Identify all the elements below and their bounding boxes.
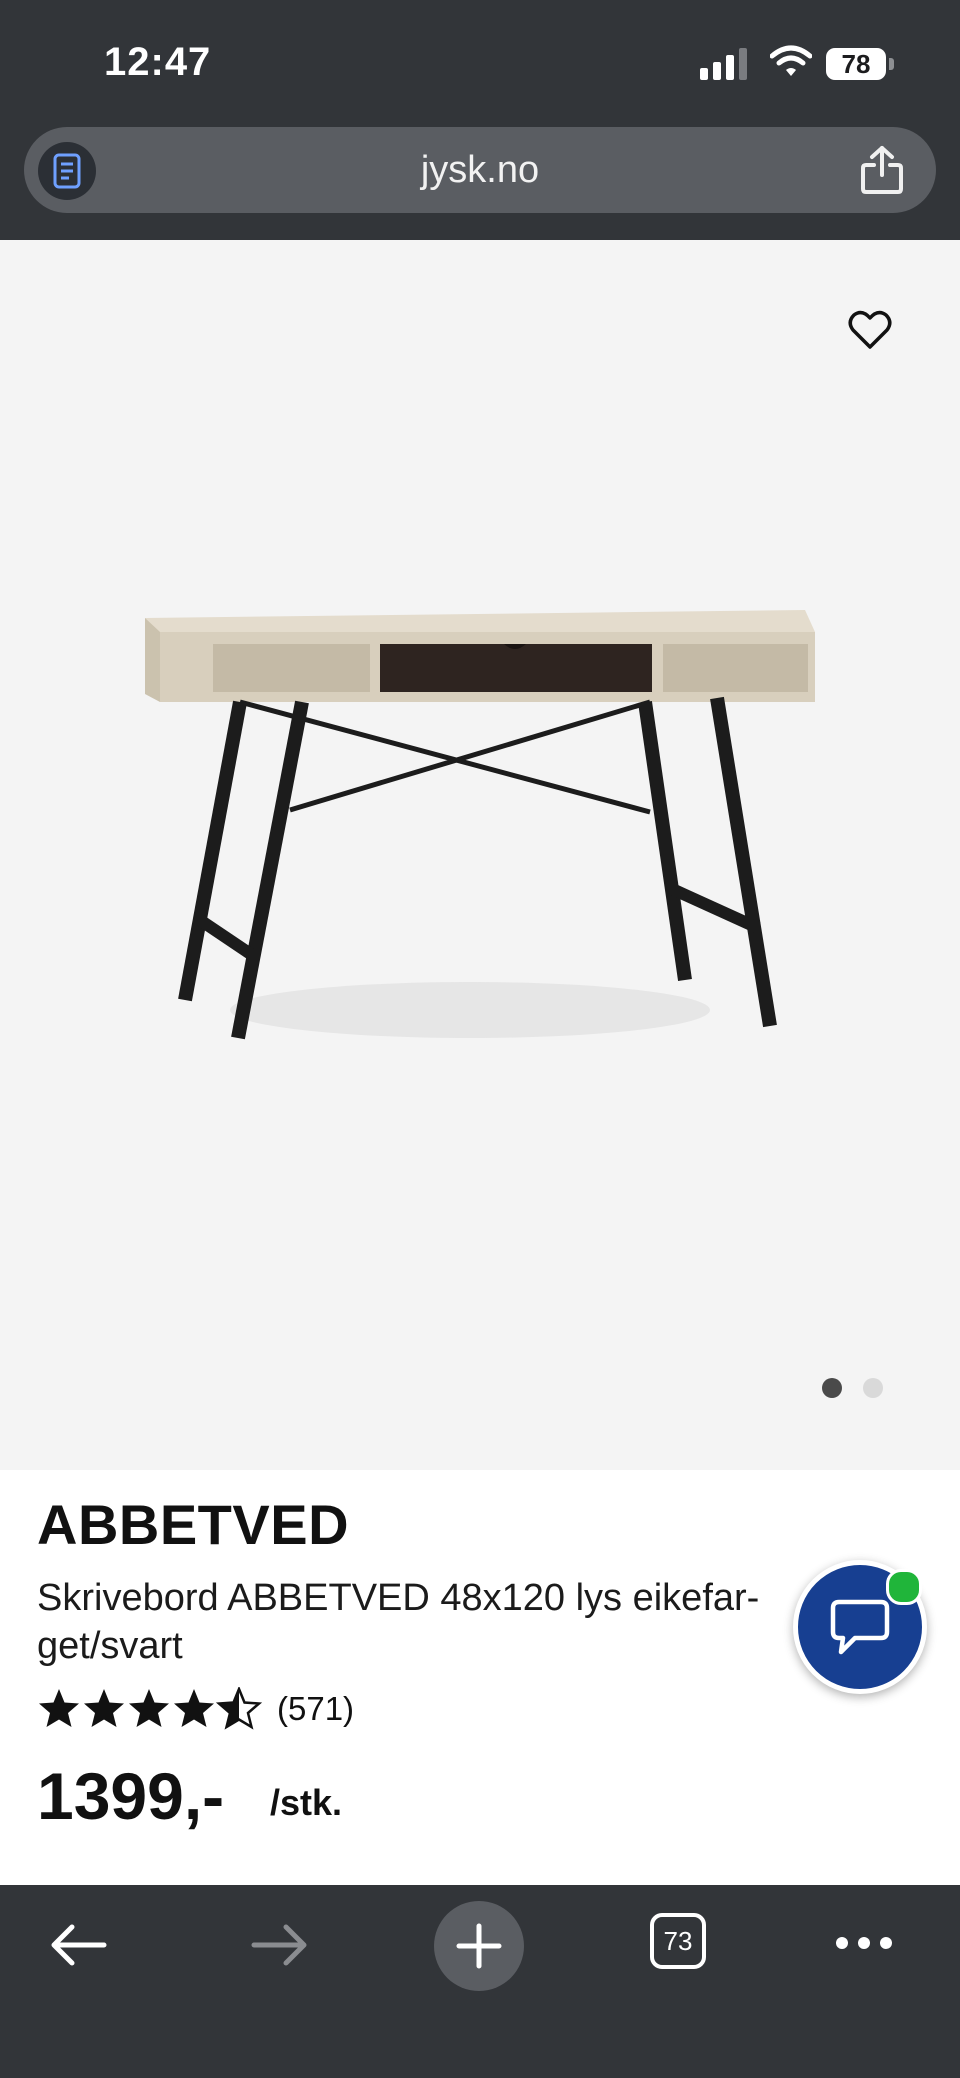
address-bar[interactable]: jysk.no	[24, 127, 936, 213]
rating-row[interactable]: (571)	[37, 1684, 354, 1734]
tabs-button[interactable]: 73	[650, 1913, 706, 1969]
chat-bubble-icon	[830, 1599, 890, 1655]
url-text[interactable]: jysk.no	[24, 127, 936, 213]
new-tab-button[interactable]	[434, 1901, 524, 1991]
status-time: 12:47	[104, 40, 212, 84]
gallery-dot-1[interactable]	[822, 1378, 842, 1398]
chat-button[interactable]	[793, 1560, 927, 1694]
product-image-gallery[interactable]	[0, 240, 960, 1470]
product-description: Skrivebord ABBETVED 48x120 lys eikefar-g…	[37, 1577, 760, 1667]
product-price: 1399,-	[37, 1759, 225, 1833]
share-icon[interactable]	[860, 145, 904, 195]
back-arrow-icon[interactable]	[48, 1923, 108, 1967]
heart-icon[interactable]	[848, 310, 892, 350]
cellular-signal-icon	[700, 48, 747, 80]
battery-level: 78	[826, 48, 886, 80]
battery-tip	[889, 58, 894, 70]
gallery-dot-2[interactable]	[863, 1378, 883, 1398]
status-bar: 12:47 78	[0, 0, 960, 125]
product-image	[145, 610, 815, 1040]
more-options-icon[interactable]	[834, 1935, 894, 1951]
browser-toolbar: 73	[0, 1885, 960, 2078]
rating-stars-icon	[39, 1687, 261, 1729]
browser-address-area: jysk.no	[0, 125, 960, 240]
price-unit: /stk.	[270, 1782, 343, 1823]
online-status-dot	[886, 1569, 922, 1605]
gallery-pagination	[822, 1378, 904, 1403]
plus-icon	[456, 1923, 502, 1969]
forward-arrow-icon[interactable]	[250, 1923, 310, 1967]
wifi-icon	[770, 45, 812, 76]
review-count[interactable]: (571)	[277, 1690, 354, 1728]
product-title: ABBETVED	[37, 1493, 350, 1556]
